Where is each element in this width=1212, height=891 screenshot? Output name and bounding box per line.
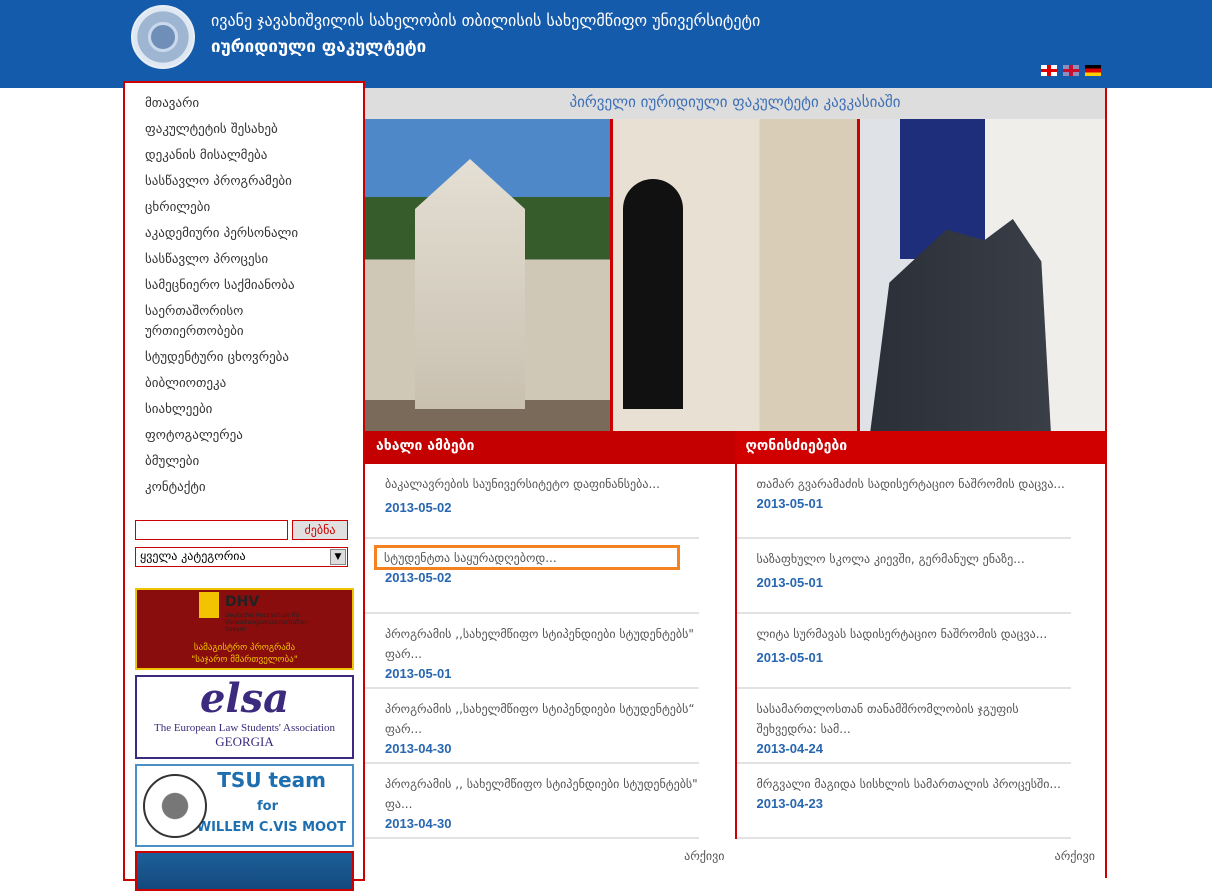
news-item[interactable]: პროგრამის ,, სახელმწიფო სტიპენდიები სტუდ… xyxy=(365,764,699,839)
event-title[interactable]: საზაფხულო სკოლა კიევში, გერმანულ ენაზე..… xyxy=(757,549,1071,569)
language-switcher xyxy=(1041,65,1101,76)
ship-seal-icon xyxy=(143,774,207,838)
nav-item[interactable]: ბიბლიოთეკა xyxy=(145,371,363,397)
main-nav: მთავარი ფაკულტეტის შესახებ დეკანის მისალ… xyxy=(125,83,363,501)
elsa-country: GEORGIA xyxy=(215,734,274,749)
university-seal-logo[interactable] xyxy=(131,5,195,69)
dhv-program: სამაგისტრო პროგრამა "საჯარო მმართველობა" xyxy=(137,642,352,666)
events-heading[interactable]: ღონისძიებები xyxy=(736,431,1105,464)
event-date: 2013-05-01 xyxy=(756,496,824,511)
category-select[interactable]: ყველა კატეგორია ▼ xyxy=(135,547,348,567)
chevron-down-icon[interactable]: ▼ xyxy=(330,549,346,565)
news-title-highlighted[interactable]: სტუდენტთა საყურადღებოდ... xyxy=(374,545,680,570)
nav-item[interactable]: კონტაქტი xyxy=(145,475,363,501)
sidebar: მთავარი ფაკულტეტის შესახებ დეკანის მისალ… xyxy=(123,81,365,891)
elsa-logo: elsa xyxy=(199,675,290,722)
nav-item[interactable]: ფაკულტეტის შესახებ xyxy=(145,117,363,143)
event-item[interactable]: თამარ გვარამაძის სადისერტაციო ნაშრომის დ… xyxy=(736,464,1071,539)
events-column: ღონისძიებები თამარ გვარამაძის სადისერტაც… xyxy=(734,431,1105,863)
photo-strip xyxy=(365,119,1106,431)
search-form: ძებნა xyxy=(135,520,348,540)
library-students-photo xyxy=(860,119,1106,431)
georgian-flag-icon[interactable] xyxy=(1041,65,1057,76)
news-item[interactable]: პროგრამის ,,სახელმწიფო სტიპენდიები სტუდე… xyxy=(365,689,699,764)
nav-item[interactable]: სამეცნიერო საქმიანობა xyxy=(145,273,363,299)
nav-item[interactable]: დეკანის მისალმება xyxy=(145,143,363,169)
partner-banner[interactable] xyxy=(135,851,354,891)
elsa-name: The European Law Students' Association xyxy=(153,722,335,734)
news-title[interactable]: პროგრამის ,,სახელმწიფო სტიპენდიები სტუდე… xyxy=(385,699,699,739)
german-flag-icon[interactable] xyxy=(1085,65,1101,76)
chapel-photo xyxy=(365,119,613,431)
dhv-title: DHV xyxy=(225,594,260,610)
nav-item[interactable]: ცხრილები xyxy=(145,195,363,221)
event-title[interactable]: ლიტა სურმავას სადისერტაციო ნაშრომის დაცვ… xyxy=(757,624,1071,644)
news-title[interactable]: ბაკალავრების საუნივერსიტეტო დაფინანსება.… xyxy=(385,474,699,494)
event-date: 2013-04-23 xyxy=(756,796,824,811)
category-select-value: ყველა კატეგორია xyxy=(140,549,246,563)
dhv-banner[interactable]: DHV Deutsche Hochschule für Verwaltungsw… xyxy=(135,588,354,670)
site-header: ივანე ჯავახიშვილის სახელობის თბილისის სა… xyxy=(0,0,1212,88)
news-column: ახალი ამბები ბაკალავრების საუნივერსიტეტო… xyxy=(365,431,735,863)
nav-item[interactable]: აკადემიური პერსონალი xyxy=(145,221,363,247)
event-title[interactable]: სასამართლოსთან თანამშრომლობის ჯგუფის შეხ… xyxy=(757,699,1071,739)
news-date: 2013-04-30 xyxy=(385,816,452,831)
nav-item[interactable]: სასწავლო პროგრამები xyxy=(145,169,363,195)
elsa-banner[interactable]: elsa The European Law Students' Associat… xyxy=(135,675,354,759)
main-content: პირველი იურიდიული ფაკულტეტი კავკასიაში ა… xyxy=(364,88,1107,878)
event-title[interactable]: მრგვალი მაგიდა სისხლის სამართალის პროცეს… xyxy=(757,774,1071,794)
nav-item[interactable]: ბმულები xyxy=(145,449,363,475)
nav-item[interactable]: სტუდენტური ცხოვრება xyxy=(145,345,363,371)
student-reading-photo xyxy=(612,119,861,431)
events-archive-link[interactable]: არქივი xyxy=(1055,849,1095,863)
news-title[interactable]: პროგრამის ,, სახელმწიფო სტიპენდიები სტუდ… xyxy=(385,774,699,814)
tagline: პირველი იურიდიული ფაკულტეტი კავკასიაში xyxy=(365,88,1105,119)
search-button[interactable]: ძებნა xyxy=(292,520,348,540)
event-item[interactable]: საზაფხულო სკოლა კიევში, გერმანულ ენაზე..… xyxy=(736,539,1071,614)
nav-item[interactable]: ფოტოგალერეა xyxy=(145,423,363,449)
news-item[interactable]: პროგრამის ,,სახელმწიფო სტიპენდიები სტუდე… xyxy=(365,614,699,689)
event-date: 2013-04-24 xyxy=(756,741,824,756)
nav-item[interactable]: მთავარი xyxy=(145,91,363,117)
dhv-program-name: "საჯარო მმართველობა" xyxy=(191,655,298,665)
faculty-name: იურიდიული ფაკულტეტი xyxy=(211,37,427,57)
news-date: 2013-04-30 xyxy=(385,741,452,756)
news-archive-link[interactable]: არქივი xyxy=(684,849,724,863)
event-item[interactable]: ლიტა სურმავას სადისერტაციო ნაშრომის დაცვ… xyxy=(736,614,1071,689)
university-name: ივანე ჯავახიშვილის სახელობის თბილისის სა… xyxy=(211,11,761,30)
event-title[interactable]: თამარ გვარამაძის სადისერტაციო ნაშრომის დ… xyxy=(757,474,1071,494)
nav-item[interactable]: სიახლეები xyxy=(145,397,363,423)
event-date: 2013-05-01 xyxy=(756,575,824,590)
news-date: 2013-05-01 xyxy=(385,666,452,681)
tsu-vis-moot-banner[interactable]: TSU team for WILLEM C.VIS MOOT xyxy=(135,764,354,847)
nav-item[interactable]: საერთაშორისო ურთიერთობები xyxy=(145,299,295,345)
dhv-subtitle: Deutsche Hochschule für Verwaltungswisse… xyxy=(225,612,309,633)
nav-item[interactable]: სასწავლო პროცესი xyxy=(145,247,363,273)
dhv-program-label: სამაგისტრო პროგრამა xyxy=(193,643,296,653)
dhv-logo-icon xyxy=(199,592,219,618)
news-heading[interactable]: ახალი ამბები xyxy=(365,431,735,464)
news-item[interactable]: სტუდენტთა საყურადღებოდ... 2013-05-02 xyxy=(365,539,699,614)
event-item[interactable]: მრგვალი მაგიდა სისხლის სამართალის პროცეს… xyxy=(736,764,1071,839)
news-date: 2013-05-02 xyxy=(385,500,452,515)
news-item[interactable]: ბაკალავრების საუნივერსიტეტო დაფინანსება.… xyxy=(365,464,699,539)
search-input[interactable] xyxy=(135,520,288,540)
event-date: 2013-05-01 xyxy=(756,650,824,665)
news-title[interactable]: პროგრამის ,,სახელმწიფო სტიპენდიები სტუდე… xyxy=(385,624,699,664)
news-date: 2013-05-02 xyxy=(385,570,452,585)
event-item[interactable]: სასამართლოსთან თანამშრომლობის ჯგუფის შეხ… xyxy=(736,689,1071,764)
english-flag-icon[interactable] xyxy=(1063,65,1079,76)
